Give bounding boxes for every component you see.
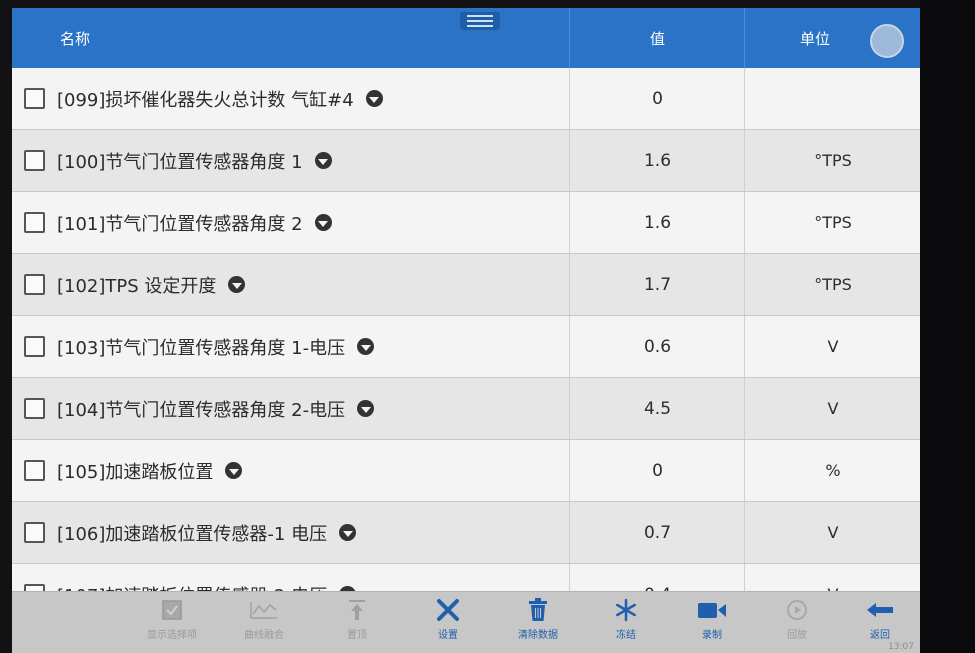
drag-handle[interactable] — [460, 12, 500, 30]
row-checkbox[interactable] — [24, 274, 45, 295]
column-header-unit: 单位 — [744, 8, 885, 68]
column-header-name: 名称 — [60, 29, 91, 48]
record-button[interactable]: 录制 — [672, 596, 752, 652]
parameter-name: [103]节气门位置传感器角度 1-电压 — [57, 337, 346, 359]
video-camera-icon — [697, 596, 727, 624]
chevron-down-icon[interactable] — [225, 462, 243, 479]
row-checkbox[interactable] — [24, 212, 45, 233]
replay-icon — [786, 596, 808, 624]
parameter-value: 0 — [569, 68, 745, 129]
parameter-name: [101]节气门位置传感器角度 2 — [57, 213, 303, 235]
parameter-unit: V — [744, 378, 920, 439]
row-checkbox[interactable] — [24, 398, 45, 419]
graph-icon — [249, 596, 279, 624]
parameter-value: 0.6 — [569, 316, 745, 377]
parameter-value: 4.5 — [569, 378, 745, 439]
snowflake-icon — [614, 596, 638, 624]
row-checkbox[interactable] — [24, 460, 45, 481]
parameter-name: [105]加速踏板位置 — [57, 461, 214, 483]
checkbox-icon — [161, 596, 183, 624]
table-row[interactable]: [102]TPS 设定开度 1.7 °TPS — [12, 254, 920, 316]
chevron-down-icon[interactable] — [228, 276, 246, 293]
show-selected-button[interactable]: 显示选择项 — [132, 596, 212, 652]
floating-menu-button[interactable] — [870, 24, 904, 58]
chevron-down-icon[interactable] — [365, 90, 383, 107]
replay-button[interactable]: 回放 — [757, 596, 837, 652]
parameter-unit: °TPS — [744, 130, 920, 191]
parameter-value: 1.7 — [569, 254, 745, 315]
table-row[interactable]: [106]加速踏板位置传感器-1 电压 0.7 V — [12, 502, 920, 564]
row-checkbox[interactable] — [24, 150, 45, 171]
table-row[interactable]: [105]加速踏板位置 0 % — [12, 440, 920, 502]
row-checkbox[interactable] — [24, 88, 45, 109]
parameter-name: [104]节气门位置传感器角度 2-电压 — [57, 399, 346, 421]
parameter-value: 0.7 — [569, 502, 745, 563]
column-header-value: 值 — [569, 8, 745, 68]
data-stream-table: [099]损坏催化器失火总计数 气缸#4 0 [100]节气门位置传感器角度 1… — [12, 68, 920, 626]
parameter-unit: V — [744, 316, 920, 377]
status-bar-time: 13:07 — [888, 642, 914, 652]
parameter-name: [106]加速踏板位置传感器-1 电压 — [57, 523, 328, 545]
chevron-down-icon[interactable] — [314, 214, 332, 231]
parameter-name: [100]节气门位置传感器角度 1 — [57, 151, 303, 173]
row-checkbox[interactable] — [24, 522, 45, 543]
freeze-button[interactable]: 冻结 — [586, 596, 666, 652]
parameter-unit: °TPS — [744, 254, 920, 315]
table-header: 名称 值 单位 — [12, 8, 920, 68]
chevron-down-icon[interactable] — [357, 400, 375, 417]
chevron-down-icon[interactable] — [339, 524, 357, 541]
table-row[interactable]: [099]损坏催化器失火总计数 气缸#4 0 — [12, 68, 920, 130]
parameter-unit — [744, 68, 920, 129]
parameter-value: 0 — [569, 440, 745, 501]
table-row[interactable]: [101]节气门位置传感器角度 2 1.6 °TPS — [12, 192, 920, 254]
pin-top-button[interactable]: 置顶 — [317, 596, 397, 652]
settings-button[interactable]: 设置 — [408, 596, 488, 652]
pin-top-icon — [347, 596, 367, 624]
curve-merge-button[interactable]: 曲线融合 — [224, 596, 304, 652]
chevron-down-icon[interactable] — [357, 338, 375, 355]
parameter-value: 1.6 — [569, 192, 745, 253]
row-checkbox[interactable] — [24, 336, 45, 357]
table-row[interactable]: [104]节气门位置传感器角度 2-电压 4.5 V — [12, 378, 920, 440]
table-row[interactable]: [100]节气门位置传感器角度 1 1.6 °TPS — [12, 130, 920, 192]
wrench-icon — [435, 596, 461, 624]
app-screen: 名称 值 单位 [099]损坏催化器失火总计数 气缸#4 0 [100]节气门位… — [12, 8, 920, 653]
parameter-unit: V — [744, 502, 920, 563]
parameter-name: [099]损坏催化器失火总计数 气缸#4 — [57, 89, 354, 111]
clear-data-button[interactable]: 清除数据 — [498, 596, 578, 652]
parameter-value: 1.6 — [569, 130, 745, 191]
back-arrow-icon — [865, 596, 895, 624]
parameter-unit: % — [744, 440, 920, 501]
trash-icon — [527, 596, 549, 624]
table-row[interactable]: [103]节气门位置传感器角度 1-电压 0.6 V — [12, 316, 920, 378]
bottom-toolbar: 显示选择项 曲线融合 置顶 设置 清除数据 冻结 录制 回放 返回 13:07 — [12, 591, 920, 653]
chevron-down-icon[interactable] — [314, 152, 332, 169]
parameter-name: [102]TPS 设定开度 — [57, 275, 217, 297]
parameter-unit: °TPS — [744, 192, 920, 253]
device-bezel — [920, 0, 975, 653]
